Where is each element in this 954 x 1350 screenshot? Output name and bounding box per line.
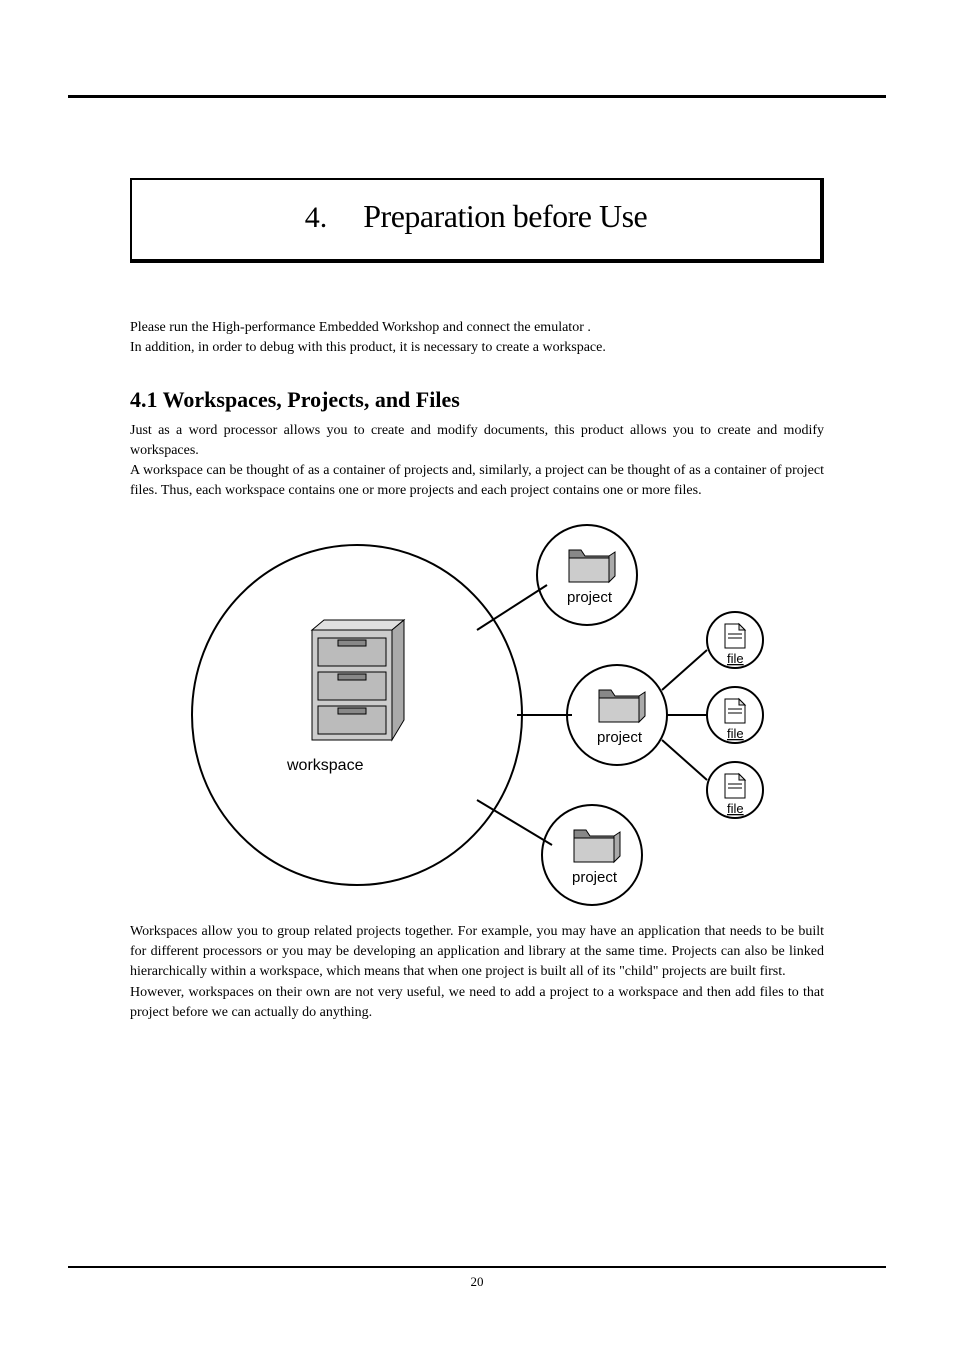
intro-line-1: Please run the High-performance Embedded… (130, 318, 824, 338)
file-label-bot: file (727, 801, 744, 816)
bottom-horizontal-rule (68, 1266, 886, 1268)
section-heading: 4.1 Workspaces, Projects, and Files (130, 387, 824, 413)
file-icon (725, 699, 745, 723)
section-para-2: A workspace can be thought of as a conta… (130, 461, 824, 502)
file-icon (725, 774, 745, 798)
workspace-diagram: workspace project project project (177, 520, 777, 910)
page-number: 20 (68, 1274, 886, 1290)
file-icon (725, 624, 745, 648)
intro-line-2: In addition, in order to debug with this… (130, 338, 824, 358)
chapter-title-box: 4. Preparation before Use (130, 178, 824, 263)
section-para-4: However, workspaces on their own are not… (130, 983, 824, 1024)
intro-paragraph: Please run the High-performance Embedded… (130, 318, 824, 359)
chapter-title: Preparation before Use (363, 198, 647, 234)
section-para-1: Just as a word processor allows you to c… (130, 421, 824, 462)
file-label-top: file (727, 651, 744, 666)
page-footer: 20 (68, 1266, 886, 1290)
top-horizontal-rule (68, 95, 886, 98)
workspace-label: workspace (286, 757, 364, 774)
project-label-bot: project (572, 869, 618, 886)
folder-icon (599, 690, 645, 722)
project-label-mid: project (597, 729, 643, 746)
section-para-3: Workspaces allow you to group related pr… (130, 922, 824, 983)
folder-icon (569, 550, 615, 582)
workspace-icon (312, 620, 404, 740)
project-label-top: project (567, 589, 613, 606)
folder-icon (574, 830, 620, 862)
file-label-mid: file (727, 726, 744, 741)
chapter-number: 4. (305, 201, 328, 234)
